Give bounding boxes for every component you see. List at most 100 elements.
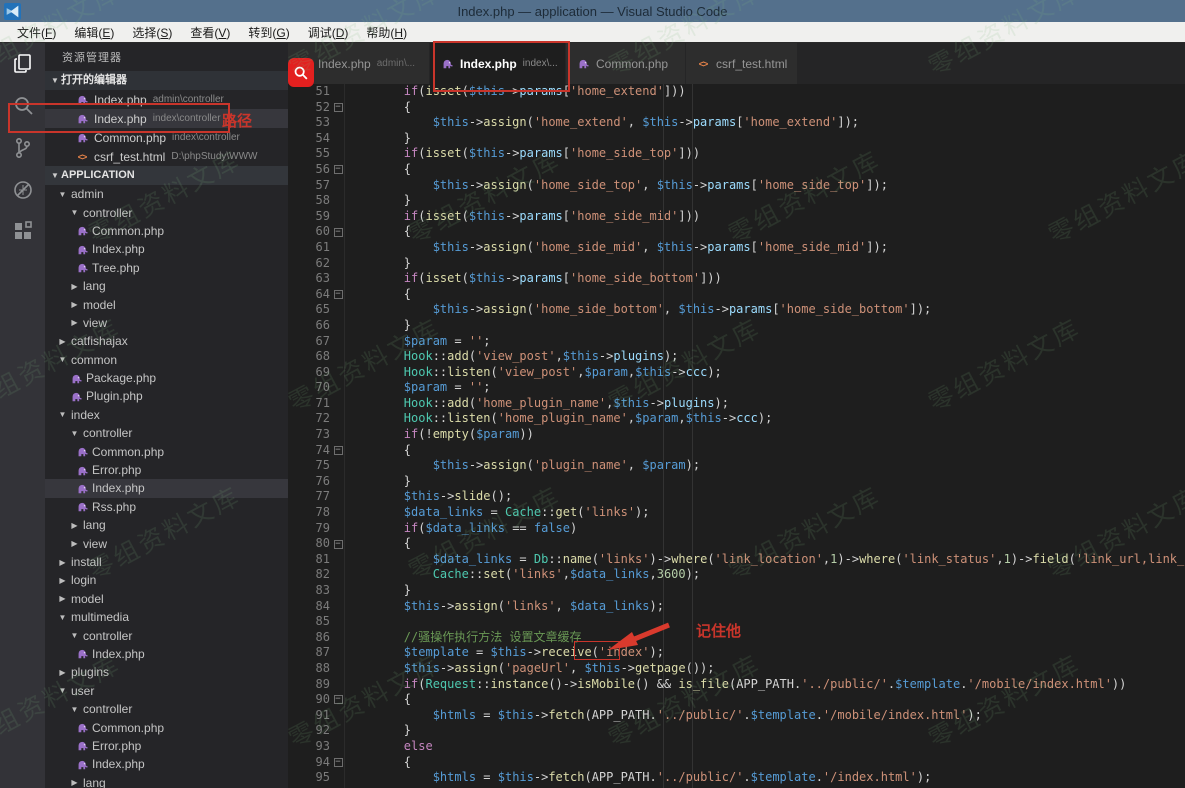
code-line[interactable]: 87 $template = $this->receive('index'); <box>288 645 1185 661</box>
tree-item-common-php[interactable]: Common.php <box>45 442 288 460</box>
code-line[interactable]: 92 } <box>288 723 1185 739</box>
tree-item-multimedia[interactable]: ▼multimedia <box>45 608 288 626</box>
code-line[interactable]: 63 if(isset($this->params['home_side_bot… <box>288 271 1185 287</box>
tree-item-index-php[interactable]: Index.php <box>45 755 288 773</box>
code-line[interactable]: 73 if(!empty($param)) <box>288 427 1185 443</box>
code-line[interactable]: 84 $this->assign('links', $data_links); <box>288 599 1185 615</box>
code-line[interactable]: 79 if($data_links == false) <box>288 521 1185 537</box>
code-line[interactable]: 67 $param = ''; <box>288 334 1185 350</box>
tree-item-tree-php[interactable]: Tree.php <box>45 259 288 277</box>
tree-item-view[interactable]: ▶view <box>45 314 288 332</box>
code-line[interactable]: 55 if(isset($this->params['home_side_top… <box>288 146 1185 162</box>
source-control-icon[interactable] <box>0 127 45 169</box>
tree-item-controller[interactable]: ▼controller <box>45 424 288 442</box>
code-line[interactable]: 93 else <box>288 739 1185 755</box>
code-line[interactable]: 57 $this->assign('home_side_top', $this-… <box>288 178 1185 194</box>
menu-item-e[interactable]: 编辑(E) <box>65 24 123 41</box>
code-line[interactable]: 88 $this->assign('pageUrl', $this->getpa… <box>288 661 1185 677</box>
code-line[interactable]: 66 } <box>288 318 1185 334</box>
tree-item-index-php[interactable]: Index.php <box>45 645 288 663</box>
menu-item-f[interactable]: 文件(F) <box>8 24 65 41</box>
tree-item-controller[interactable]: ▼controller <box>45 700 288 718</box>
menu-item-v[interactable]: 查看(V) <box>181 24 239 41</box>
code-line[interactable]: 80− { <box>288 536 1185 552</box>
fold-icon[interactable]: − <box>334 758 343 767</box>
tab-csrf_test-html[interactable]: <>csrf_test.html <box>686 43 798 84</box>
fold-icon[interactable]: − <box>334 540 343 549</box>
tree-item-controller[interactable]: ▼controller <box>45 203 288 221</box>
code-line[interactable]: 52− { <box>288 100 1185 116</box>
code-line[interactable]: 69 Hook::listen('view_post',$param,$this… <box>288 365 1185 381</box>
code-line[interactable]: 78 $data_links = Cache::get('links'); <box>288 505 1185 521</box>
code-line[interactable]: 89 if(Request::instance()->isMobile() &&… <box>288 677 1185 693</box>
tree-item-admin[interactable]: ▼admin <box>45 185 288 203</box>
code-line[interactable]: 74− { <box>288 443 1185 459</box>
tree-item-install[interactable]: ▶install <box>45 553 288 571</box>
tab-common-php[interactable]: Common.php <box>566 43 686 84</box>
application-section-header[interactable]: ▼ APPLICATION <box>45 166 288 185</box>
open-editor-item[interactable]: <>csrf_test.htmlD:\phpStudy\WWW <box>45 147 288 166</box>
tree-item-lang[interactable]: ▶lang <box>45 774 288 788</box>
code-line[interactable]: 56− { <box>288 162 1185 178</box>
tree-item-lang[interactable]: ▶lang <box>45 516 288 534</box>
tree-item-error-php[interactable]: Error.php <box>45 737 288 755</box>
code-line[interactable]: 65 $this->assign('home_side_bottom', $th… <box>288 302 1185 318</box>
tree-item-user[interactable]: ▼user <box>45 682 288 700</box>
code-line[interactable]: 53 $this->assign('home_extend', $this->p… <box>288 115 1185 131</box>
code-line[interactable]: 72 Hook::listen('home_plugin_name',$para… <box>288 411 1185 427</box>
code-line[interactable]: 59 if(isset($this->params['home_side_mid… <box>288 209 1185 225</box>
explorer-icon[interactable] <box>0 43 45 85</box>
tree-item-package-php[interactable]: Package.php <box>45 369 288 387</box>
code-line[interactable]: 62 } <box>288 256 1185 272</box>
code-line[interactable]: 64− { <box>288 287 1185 303</box>
tree-item-rss-php[interactable]: Rss.php <box>45 498 288 516</box>
tree-item-model[interactable]: ▶model <box>45 590 288 608</box>
code-line[interactable]: 76 } <box>288 474 1185 490</box>
fold-icon[interactable]: − <box>334 290 343 299</box>
tree-item-index[interactable]: ▼index <box>45 406 288 424</box>
code-line[interactable]: 58 } <box>288 193 1185 209</box>
menu-item-g[interactable]: 转到(G) <box>239 24 298 41</box>
tree-item-error-php[interactable]: Error.php <box>45 461 288 479</box>
code-line[interactable]: 83 } <box>288 583 1185 599</box>
code-line[interactable]: 71 Hook::add('home_plugin_name',$this->p… <box>288 396 1185 412</box>
tree-item-login[interactable]: ▶login <box>45 571 288 589</box>
tree-item-view[interactable]: ▶view <box>45 534 288 552</box>
fold-icon[interactable]: − <box>334 446 343 455</box>
code-line[interactable]: 68 Hook::add('view_post',$this->plugins)… <box>288 349 1185 365</box>
tree-item-plugin-php[interactable]: Plugin.php <box>45 387 288 405</box>
tree-item-common-php[interactable]: Common.php <box>45 718 288 736</box>
fold-icon[interactable]: − <box>334 228 343 237</box>
tree-item-model[interactable]: ▶model <box>45 295 288 313</box>
code-line[interactable]: 82 Cache::set('links',$data_links,3600); <box>288 567 1185 583</box>
code-line[interactable]: 61 $this->assign('home_side_mid', $this-… <box>288 240 1185 256</box>
fold-icon[interactable]: − <box>334 103 343 112</box>
tree-item-controller[interactable]: ▼controller <box>45 626 288 644</box>
code-line[interactable]: 94− { <box>288 755 1185 771</box>
menu-item-d[interactable]: 调试(D) <box>299 24 358 41</box>
code-line[interactable]: 81 $data_links = Db::name('links')->wher… <box>288 552 1185 568</box>
extensions-icon[interactable] <box>0 211 45 253</box>
menu-item-h[interactable]: 帮助(H) <box>357 24 416 41</box>
code-line[interactable]: 60− { <box>288 224 1185 240</box>
tree-item-common-php[interactable]: Common.php <box>45 222 288 240</box>
code-line[interactable]: 95 $htmls = $this->fetch(APP_PATH.'../pu… <box>288 770 1185 786</box>
code-line[interactable]: 54 } <box>288 131 1185 147</box>
tree-item-index-php[interactable]: Index.php <box>45 240 288 258</box>
code-line[interactable]: 90− { <box>288 692 1185 708</box>
tree-item-index-php[interactable]: Index.php <box>45 479 288 497</box>
tree-item-common[interactable]: ▼common <box>45 351 288 369</box>
fold-icon[interactable]: − <box>334 165 343 174</box>
tree-item-catfishajax[interactable]: ▶catfishajax <box>45 332 288 350</box>
code-line[interactable]: 70 $param = ''; <box>288 380 1185 396</box>
code-line[interactable]: 75 $this->assign('plugin_name', $param); <box>288 458 1185 474</box>
code-line[interactable]: 91 $htmls = $this->fetch(APP_PATH.'../pu… <box>288 708 1185 724</box>
open-editors-header[interactable]: ▼ 打开的编辑器 <box>45 71 288 90</box>
code-lines[interactable]: 51 if(isset($this->params['home_extend']… <box>288 84 1185 788</box>
code-line[interactable]: 51 if(isset($this->params['home_extend']… <box>288 84 1185 100</box>
tree-item-plugins[interactable]: ▶plugins <box>45 663 288 681</box>
tree-item-lang[interactable]: ▶lang <box>45 277 288 295</box>
code-line[interactable]: 77 $this->slide(); <box>288 489 1185 505</box>
menu-item-s[interactable]: 选择(S) <box>123 24 181 41</box>
debug-icon[interactable] <box>0 169 45 211</box>
